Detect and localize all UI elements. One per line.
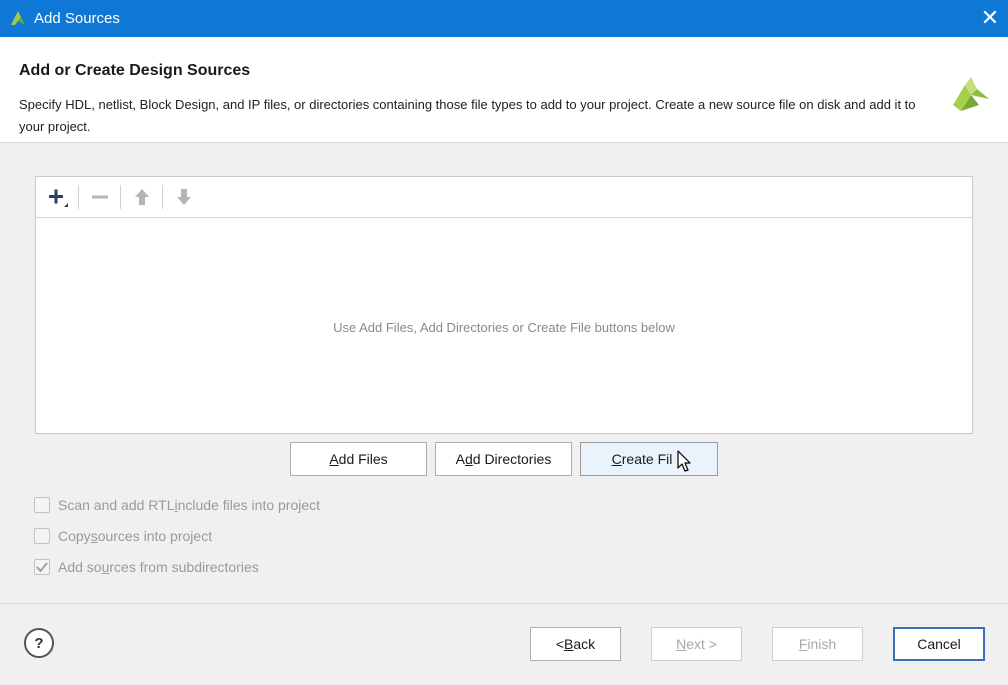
add-files-button[interactable]: Add Files bbox=[290, 442, 427, 476]
arrow-down-icon bbox=[177, 189, 191, 205]
help-button[interactable]: ? bbox=[24, 628, 54, 658]
vivado-logo-icon bbox=[11, 11, 25, 25]
move-down-button[interactable] bbox=[172, 185, 196, 209]
mnemonic: d bbox=[464, 451, 473, 467]
copy-sources-checkbox[interactable] bbox=[34, 528, 50, 544]
checkmark-icon bbox=[36, 562, 48, 573]
option-label: ources into project bbox=[97, 528, 213, 544]
toolbar-divider bbox=[78, 185, 79, 209]
mnemonic: C bbox=[611, 451, 622, 467]
mnemonic: B bbox=[564, 636, 574, 652]
help-icon: ? bbox=[34, 634, 44, 652]
header-divider bbox=[0, 142, 1008, 143]
close-icon: ✕ bbox=[980, 6, 1000, 31]
add-source-button[interactable] bbox=[46, 185, 70, 209]
button-label: d Directories bbox=[472, 451, 552, 467]
remove-source-button[interactable] bbox=[88, 185, 112, 209]
button-label: A bbox=[455, 451, 465, 467]
scan-rtl-option[interactable]: Scan and add RTL i nclude files into proj… bbox=[34, 495, 320, 515]
back-button[interactable]: < Back bbox=[530, 627, 621, 661]
subdirectories-option[interactable]: Add so u rces from subdirectories bbox=[34, 557, 259, 577]
title-bar: Add Sources ✕ bbox=[0, 0, 1008, 37]
mnemonic: u bbox=[101, 559, 110, 575]
button-label: dd Files bbox=[338, 451, 388, 467]
option-label: nclude files into project bbox=[177, 497, 321, 513]
cancel-button[interactable]: Cancel bbox=[893, 627, 985, 661]
scan-rtl-checkbox[interactable] bbox=[34, 497, 50, 513]
footer-divider bbox=[0, 603, 1008, 604]
arrow-up-icon bbox=[135, 189, 149, 205]
option-label: Add so bbox=[58, 559, 102, 575]
move-up-button[interactable] bbox=[130, 185, 154, 209]
add-directories-button[interactable]: Add Directories bbox=[435, 442, 572, 476]
empty-list-message: Use Add Files, Add Directories or Create… bbox=[333, 320, 675, 335]
toolbar-divider bbox=[120, 185, 121, 209]
option-label: rces from subdirectories bbox=[109, 559, 259, 575]
button-label: < bbox=[555, 636, 565, 652]
mnemonic: F bbox=[798, 636, 808, 652]
mnemonic: A bbox=[329, 451, 339, 467]
finish-button[interactable]: Finish bbox=[772, 627, 863, 661]
option-label: Scan and add RTL bbox=[58, 497, 175, 513]
copy-sources-option[interactable]: Copy s ources into project bbox=[34, 526, 212, 546]
next-button[interactable]: Next > bbox=[651, 627, 742, 661]
page-description: Specify HDL, netlist, Block Design, and … bbox=[19, 97, 916, 134]
button-label: ack bbox=[573, 636, 596, 652]
minus-icon bbox=[92, 195, 108, 199]
file-list-toolbar bbox=[36, 177, 972, 218]
button-label: reate Fil bbox=[621, 451, 673, 467]
mnemonic: N bbox=[676, 636, 687, 652]
vivado-brand-icon bbox=[953, 77, 989, 111]
create-file-button[interactable]: Create Fil bbox=[580, 442, 718, 476]
source-file-list[interactable]: Use Add Files, Add Directories or Create… bbox=[35, 176, 973, 434]
close-button[interactable]: ✕ bbox=[972, 0, 1008, 37]
toolbar-divider bbox=[162, 185, 163, 209]
subdirectories-checkbox[interactable] bbox=[34, 559, 50, 575]
button-label: Cancel bbox=[917, 636, 961, 652]
window-title: Add Sources bbox=[34, 10, 120, 27]
dialog-header: Add or Create Design Sources Specify HDL… bbox=[0, 37, 1008, 142]
plus-icon bbox=[49, 189, 68, 207]
page-title: Add or Create Design Sources bbox=[19, 62, 251, 79]
button-label: inish bbox=[807, 636, 837, 652]
mnemonic: s bbox=[90, 528, 98, 544]
button-label: ext > bbox=[686, 636, 717, 652]
option-label: Copy bbox=[58, 528, 91, 544]
